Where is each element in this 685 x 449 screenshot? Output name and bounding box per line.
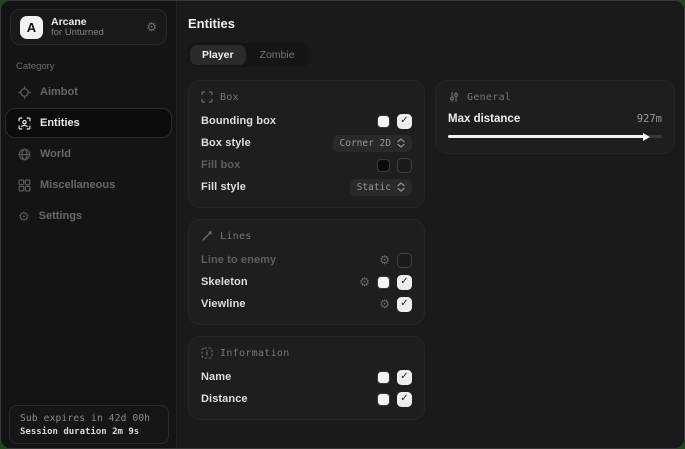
max-distance-value: 927m	[637, 113, 662, 125]
app-logo: A	[20, 16, 43, 39]
panel-information: Information Name ✓ Distance ✓	[188, 336, 425, 420]
panel-title: Information	[220, 348, 290, 359]
row-label: Fill style	[201, 181, 350, 193]
tab-player[interactable]: Player	[190, 45, 246, 65]
panel-lines-header: Lines	[201, 230, 412, 242]
row-distance: Distance ✓	[201, 391, 412, 407]
checkbox[interactable]: ✓	[397, 392, 412, 407]
color-swatch[interactable]	[377, 393, 390, 406]
max-distance-slider[interactable]	[448, 132, 662, 141]
crosshair-icon	[18, 86, 31, 99]
left-column: Box Bounding box ✓ Box style Corn	[188, 80, 425, 420]
chevron-updown-icon	[397, 182, 405, 192]
gear-icon: ⚙	[18, 210, 30, 223]
checkbox[interactable]	[397, 158, 412, 173]
app-subtitle: for Unturned	[51, 28, 138, 39]
sidebar: A Arcane for Unturned ⚙ Category Aimbot	[1, 1, 177, 448]
category-label: Category	[16, 61, 176, 72]
row-line-to-enemy: Line to enemy ⚙	[201, 252, 412, 268]
max-distance-slider-fill	[448, 135, 647, 138]
row-box-style: Box style Corner 2D	[201, 135, 412, 151]
sidebar-item-miscellaneous[interactable]: Miscellaneous	[5, 170, 172, 200]
color-swatch[interactable]	[377, 115, 390, 128]
sidebar-item-label: Aimbot	[40, 86, 78, 98]
row-viewline: Viewline ⚙ ✓	[201, 296, 412, 312]
row-settings-gear-icon[interactable]: ⚙	[359, 276, 370, 288]
sidebar-item-aimbot[interactable]: Aimbot	[5, 77, 172, 107]
sliders-icon	[448, 91, 460, 103]
entities-scan-icon	[18, 117, 31, 130]
row-fill-box: Fill box	[201, 157, 412, 173]
panel-title: Box	[220, 92, 239, 103]
row-label: Line to enemy	[201, 254, 379, 266]
row-bounding-box: Bounding box ✓	[201, 113, 412, 129]
main-content: Entities Player Zombie Box	[177, 1, 685, 448]
app-titles: Arcane for Unturned	[51, 16, 138, 39]
globe-icon	[18, 148, 31, 161]
sidebar-item-settings[interactable]: ⚙ Settings	[5, 201, 172, 231]
color-swatch[interactable]	[377, 371, 390, 384]
panel-columns: Box Bounding box ✓ Box style Corn	[188, 80, 675, 420]
row-label: Bounding box	[201, 115, 377, 127]
panel-general-header: General	[448, 91, 662, 103]
checkbox[interactable]: ✓	[397, 370, 412, 385]
row-label: Box style	[201, 137, 333, 149]
panel-general: General Max distance 927m	[435, 80, 675, 154]
row-settings-gear-icon[interactable]: ⚙	[379, 298, 390, 310]
row-label: Fill box	[201, 159, 377, 171]
tab-zombie[interactable]: Zombie	[248, 45, 307, 65]
checkbox[interactable]: ✓	[397, 297, 412, 312]
row-label: Skeleton	[201, 276, 359, 288]
panel-information-header: Information	[201, 347, 412, 359]
fill-style-dropdown[interactable]: Static	[350, 179, 412, 196]
box-style-dropdown[interactable]: Corner 2D	[333, 135, 412, 152]
app-name: Arcane	[51, 16, 138, 28]
app-header-card: A Arcane for Unturned ⚙	[10, 9, 167, 45]
sidebar-item-label: Settings	[39, 210, 82, 222]
slider-thumb-arrow-icon[interactable]	[643, 133, 650, 141]
checkbox[interactable]	[397, 253, 412, 268]
right-column: General Max distance 927m	[435, 80, 675, 154]
row-skeleton: Skeleton ⚙ ✓	[201, 274, 412, 290]
sidebar-item-label: World	[40, 148, 71, 160]
dropdown-value: Static	[357, 182, 391, 193]
session-duration-text: Session duration 2m 9s	[20, 427, 158, 437]
color-swatch[interactable]	[377, 276, 390, 289]
sidebar-nav: Aimbot Entities World	[1, 76, 176, 231]
panel-box-header: Box	[201, 91, 412, 103]
sidebar-item-label: Miscellaneous	[40, 179, 115, 191]
row-label: Distance	[201, 393, 377, 405]
diagonal-line-icon	[201, 230, 213, 242]
checkbox[interactable]: ✓	[397, 275, 412, 290]
box-corners-icon	[201, 91, 213, 103]
chevron-updown-icon	[397, 138, 405, 148]
checkbox[interactable]: ✓	[397, 114, 412, 129]
dropdown-value: Corner 2D	[340, 138, 391, 149]
header-gear-icon[interactable]: ⚙	[146, 21, 157, 33]
row-fill-style: Fill style Static	[201, 179, 412, 195]
entity-tabs: Player Zombie	[188, 43, 309, 67]
grid-icon	[18, 179, 31, 192]
color-swatch[interactable]	[377, 159, 390, 172]
row-label: Viewline	[201, 298, 379, 310]
info-box-icon	[201, 347, 213, 359]
panel-box: Box Bounding box ✓ Box style Corn	[188, 80, 425, 208]
row-name: Name ✓	[201, 369, 412, 385]
row-max-distance: Max distance 927m	[448, 113, 662, 125]
sidebar-item-world[interactable]: World	[5, 139, 172, 169]
panel-lines: Lines Line to enemy ⚙ Skeleton ⚙	[188, 219, 425, 325]
app-window: A Arcane for Unturned ⚙ Category Aimbot	[0, 0, 685, 449]
row-settings-gear-icon[interactable]: ⚙	[379, 254, 390, 266]
sidebar-item-label: Entities	[40, 117, 80, 129]
panel-title: General	[467, 92, 511, 103]
page-title: Entities	[188, 16, 675, 31]
max-distance-label: Max distance	[448, 113, 637, 125]
row-label: Name	[201, 371, 377, 383]
panel-title: Lines	[220, 231, 252, 242]
sub-expiry-text: Sub expires in 42d 00h	[20, 413, 158, 424]
sidebar-item-entities[interactable]: Entities	[5, 108, 172, 138]
subscription-card: Sub expires in 42d 00h Session duration …	[9, 405, 169, 444]
